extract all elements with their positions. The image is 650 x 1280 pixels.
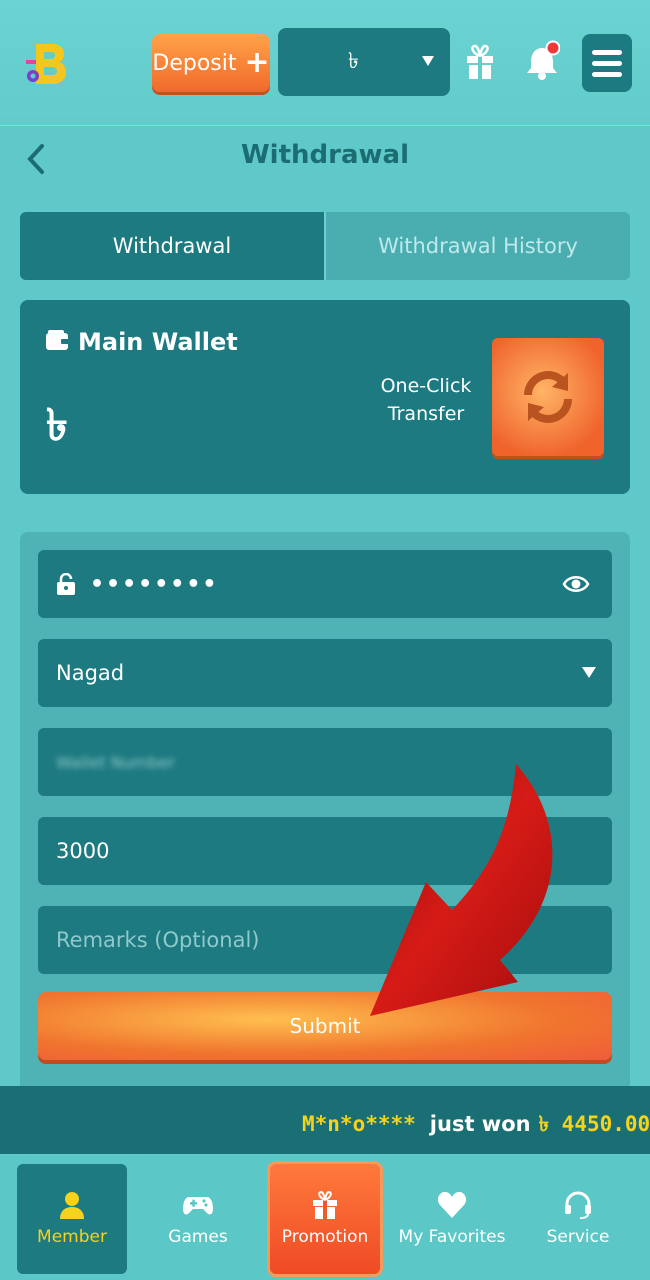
nav-member-label: Member: [37, 1227, 107, 1247]
account-number-field[interactable]: Wallet Number: [38, 728, 612, 796]
plus-icon: +: [244, 45, 270, 80]
remarks-field[interactable]: Remarks (Optional): [38, 906, 612, 974]
nav-my-favorites-label: My Favorites: [398, 1227, 506, 1247]
currency-selector[interactable]: ৳: [278, 28, 450, 96]
deposit-button[interactable]: Deposit +: [152, 34, 270, 92]
lock-icon: [57, 573, 75, 595]
one-click-transfer-label: One-Click Transfer: [366, 372, 486, 428]
remarks-placeholder: Remarks (Optional): [56, 928, 260, 952]
one-click-transfer-button[interactable]: [492, 338, 604, 456]
ticker-text: just won: [429, 1112, 531, 1136]
ticker-user: M*n*o****: [302, 1112, 416, 1136]
password-field[interactable]: ••••••••: [38, 550, 612, 618]
account-number-placeholder: Wallet Number: [56, 752, 175, 772]
headset-icon: [565, 1191, 591, 1219]
menu-icon-bar: [592, 49, 622, 55]
top-bar: Deposit + ৳: [0, 0, 650, 126]
eye-icon[interactable]: [562, 572, 590, 596]
nav-my-favorites[interactable]: My Favorites: [396, 1164, 508, 1274]
heart-icon: [437, 1191, 467, 1218]
nav-promotion-label: Promotion: [281, 1227, 369, 1247]
amount-value: 3000: [56, 839, 110, 863]
wallet-title: Main Wallet: [78, 328, 238, 356]
gamepad-icon: [183, 1197, 213, 1215]
gift-icon: [313, 1191, 337, 1219]
tab-bar: Withdrawal Withdrawal History: [20, 212, 630, 280]
ticker-message: M*n*o**** just won ৳ 4450.00000: [302, 1108, 650, 1143]
tab-withdrawal[interactable]: Withdrawal: [20, 212, 324, 280]
bell-icon[interactable]: [526, 40, 560, 80]
chevron-down-icon: [422, 56, 434, 66]
nav-service[interactable]: Service: [523, 1164, 633, 1274]
amount-field[interactable]: 3000: [38, 817, 612, 885]
withdrawal-form: •••••••• Nagad Wallet Number 3000 Remark…: [20, 532, 630, 1092]
nav-games-label: Games: [168, 1227, 228, 1247]
nav-service-label: Service: [546, 1227, 610, 1247]
tab-withdrawal-history[interactable]: Withdrawal History: [324, 212, 630, 280]
wallet-icon: [46, 330, 69, 350]
one-click-label-line2: Transfer: [387, 403, 465, 425]
refresh-icon: [524, 371, 572, 423]
menu-icon-bar: [592, 60, 622, 66]
bottom-nav: Member Games Promotion My Favorites Serv…: [0, 1156, 650, 1280]
nav-promotion[interactable]: Promotion: [270, 1164, 380, 1274]
menu-button[interactable]: [582, 34, 632, 92]
currency-symbol: ৳: [348, 47, 359, 73]
payment-method-value: Nagad: [56, 661, 125, 685]
chevron-down-icon: [582, 667, 596, 678]
winner-ticker: M*n*o**** just won ৳ 4450.00000: [0, 1086, 650, 1154]
gift-icon[interactable]: [464, 44, 496, 80]
logo-icon[interactable]: [22, 38, 70, 88]
menu-icon-bar: [592, 71, 622, 77]
payment-method-select[interactable]: Nagad: [38, 639, 612, 707]
submit-button[interactable]: Submit: [38, 992, 612, 1060]
deposit-label: Deposit: [152, 50, 237, 76]
wallet-balance: ৳: [46, 401, 68, 450]
page-title: Withdrawal: [241, 140, 409, 170]
member-icon: [60, 1192, 84, 1219]
one-click-label-line1: One-Click: [380, 375, 472, 397]
ticker-amount: ৳ 4450.00000: [538, 1112, 650, 1136]
password-value: ••••••••: [90, 571, 219, 597]
main-wallet-card: Main Wallet ৳ One-Click Transfer: [20, 300, 630, 494]
nav-games[interactable]: Games: [143, 1164, 253, 1274]
nav-member[interactable]: Member: [17, 1164, 127, 1274]
submit-label: Submit: [289, 1014, 361, 1038]
